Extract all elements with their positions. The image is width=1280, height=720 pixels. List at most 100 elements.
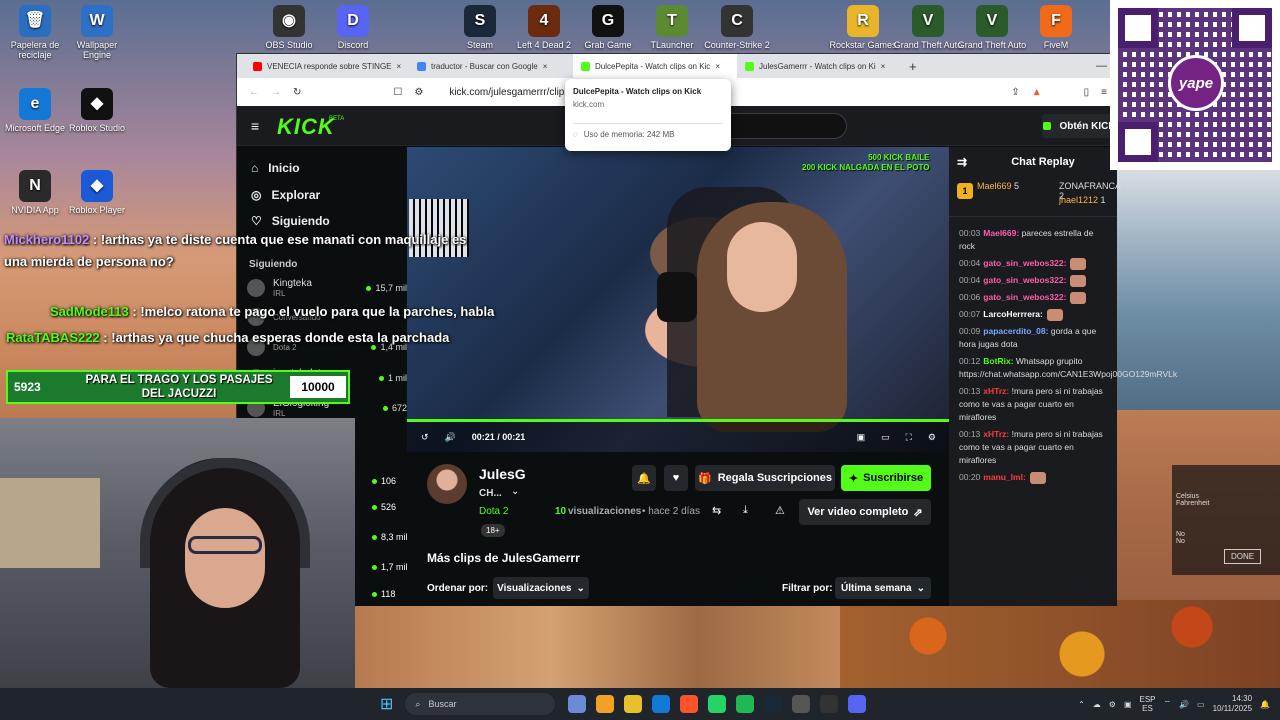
desktop-icon[interactable]: T TLauncher [637,5,707,50]
option-no-2[interactable]: No [1176,538,1276,545]
browser-tab[interactable]: VENECIA responde sobre STINGE × [245,54,409,78]
brave-icon[interactable]: ▲ [1032,87,1042,98]
desktop-icon[interactable]: S Steam [445,5,515,50]
notify-button[interactable]: 🔔 [632,465,656,491]
unit-celsius[interactable]: Celsius [1176,493,1276,500]
battery-icon[interactable]: ▭ [1197,700,1205,709]
taskbar-app-icon[interactable] [708,695,727,713]
settings-icon[interactable]: ⚙ [928,432,936,443]
taskbar-search[interactable]: ⌕ Buscar [405,693,556,715]
nav-item-inicio[interactable]: ⌂ Inicio [251,161,300,175]
fullscreen-icon[interactable]: ⛶ [906,432,912,443]
new-tab-button[interactable]: + [909,59,917,74]
menu-icon[interactable]: ≡ [1101,87,1107,98]
download-icon[interactable]: ⤓ [743,504,748,517]
unit-fahrenheit[interactable]: Fahrenheit [1176,500,1276,507]
chevron-down-icon[interactable]: ⌄ [511,486,519,497]
follow-button[interactable]: ♥ [664,465,688,491]
channel-name[interactable]: JulesG [479,466,526,482]
desktop-icon[interactable]: 🗑 Papelera de reciclaje [0,5,70,60]
taskbar-app-icon[interactable] [736,695,755,713]
message-user[interactable]: Mael669: [983,228,1019,238]
close-icon[interactable]: × [397,62,402,71]
close-icon[interactable]: × [543,62,548,71]
full-video-button[interactable]: Ver video completo ⇗ [799,499,931,525]
site-info-icon[interactable]: ⚙ [414,87,423,98]
forward-icon[interactable]: → [271,87,281,98]
desktop-icon[interactable]: ◉ OBS Studio [254,5,324,50]
desktop-icon[interactable]: W Wallpaper Engine [62,5,132,60]
message-user[interactable]: gato_sin_webos322: [983,292,1066,302]
replay-icon[interactable]: ↺ [421,432,429,443]
close-icon[interactable]: × [881,62,886,71]
get-kick-button[interactable]: Obtén KICK [1042,114,1117,138]
desktop-icon[interactable]: ◆ Roblox Studio [62,88,132,133]
tray-icon-3[interactable]: ▣ [1124,700,1132,709]
desktop-icon[interactable]: F FiveM [1021,5,1091,50]
notifications-icon[interactable]: 🔔 [1260,700,1270,709]
volume-tray-icon[interactable]: 🔊 [1179,700,1189,709]
message-user[interactable]: manu_lml: [983,472,1026,482]
bookmark-icon[interactable]: ☐ [393,87,402,98]
tray-chevron-icon[interactable]: ⌃ [1078,700,1085,709]
channel-avatar[interactable] [427,464,467,504]
desktop-icon[interactable]: ◆ Roblox Player [62,170,132,215]
clock[interactable]: 14:30 10/11/2025 [1213,694,1252,714]
clip-video-player[interactable]: 500 KICK BAILE 200 KICK NALGADA EN EL PO… [407,147,950,452]
collapse-chat-icon[interactable]: ⇉ [957,155,967,169]
gift-subs-button[interactable]: 🎁 Regala Suscripciones [695,465,835,491]
reload-icon[interactable]: ↻ [293,87,301,98]
taskbar-app-icon[interactable] [792,695,811,713]
taskbar-app-icon[interactable] [596,695,615,713]
tray-icon-1[interactable]: ☁ [1093,700,1101,709]
option-no-1[interactable]: No [1176,531,1276,538]
pip-icon[interactable]: ▣ [857,432,866,443]
kick-logo[interactable]: KICK [277,114,335,140]
message-user[interactable]: gato_sin_webos322: [983,275,1066,285]
done-button[interactable]: DONE [1224,549,1262,564]
subscribe-button[interactable]: ✦ Suscribirse [841,465,931,491]
message-user[interactable]: BotRix: [983,356,1013,366]
leaderboard-entry[interactable]: jhael1212 1 [1059,195,1117,205]
desktop-icon[interactable]: R Rockstar Games [828,5,898,50]
taskbar-app-icon[interactable] [764,695,783,713]
order-select[interactable]: Visualizaciones ⌄ [493,577,589,599]
browser-tab[interactable]: traductor - Buscar con Google × [409,54,573,78]
taskbar-app-icon[interactable] [680,695,699,713]
report-icon[interactable]: ⚠ [775,504,785,517]
back-icon[interactable]: ← [249,87,259,98]
hamburger-icon[interactable]: ≡ [251,118,259,134]
desktop-icon[interactable]: D Discord [318,5,388,50]
message-user[interactable]: papacerdito_08: [983,326,1048,336]
filter-select[interactable]: Última semana ⌄ [835,577,931,599]
share-clip-icon[interactable]: ⇆ [712,504,721,517]
sidebar-icon[interactable]: ▯ [1084,87,1090,98]
windows-start-icon[interactable]: ⊞ [380,694,393,714]
volume-icon[interactable]: 🔊 [445,432,456,443]
leaderboard-entry[interactable]: Mael669 5 [977,181,1035,191]
message-user[interactable]: xHTrz: [983,429,1009,439]
browser-tab[interactable]: DulcePepita - Watch clips on Kic × [573,54,737,78]
browser-tab[interactable]: JulesGamerrr - Watch clips on Ki × [737,54,901,78]
taskbar-app-icon[interactable] [848,695,867,713]
category-link[interactable]: Dota 2 [479,506,508,517]
taskbar-app-icon[interactable] [568,695,587,713]
tray-icon-2[interactable]: ⚙ [1109,700,1116,709]
close-icon[interactable]: × [715,62,720,71]
nav-item-siguiendo[interactable]: ♡ Siguiendo [251,214,330,228]
language-indicator[interactable]: ESP ES [1140,695,1156,713]
desktop-icon[interactable]: V Grand Theft Auto [957,5,1027,50]
desktop-icon[interactable]: N NVIDIA App [0,170,70,215]
desktop-icon[interactable]: 4 Left 4 Dead 2 [509,5,579,50]
minimize-icon[interactable]: — [1096,60,1107,72]
theater-icon[interactable]: ▭ [881,432,890,443]
desktop-icon[interactable]: e Microsoft Edge [0,88,70,133]
taskbar-app-icon[interactable] [652,695,671,713]
share-icon[interactable]: ⇪ [1011,87,1019,98]
message-user[interactable]: xHTrz: [983,386,1009,396]
taskbar-app-icon[interactable] [820,695,839,713]
following-channel[interactable]: Kingteka IRL 15,7 mil [247,278,407,298]
wifi-icon[interactable]: ⌔ [1164,699,1172,709]
message-user[interactable]: LarcoHerrrera: [983,309,1043,319]
desktop-icon[interactable]: G Grab Game [573,5,643,50]
